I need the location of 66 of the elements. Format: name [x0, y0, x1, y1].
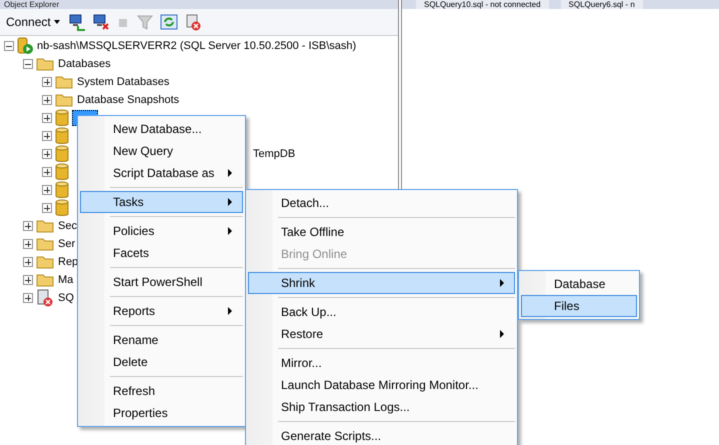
expander-box[interactable] — [23, 293, 33, 303]
expander-box[interactable] — [23, 275, 33, 285]
expander-box[interactable] — [23, 239, 33, 249]
tree-item[interactable]: Database Snapshots — [76, 93, 180, 107]
menu-item[interactable]: Tasks — [80, 191, 243, 213]
tree-item[interactable]: nb-sash\MSSQLSERVERR2 (SQL Server 10.50.2500 - ISB\sash) — [36, 39, 358, 53]
tree-item[interactable]: Ma — [57, 273, 74, 287]
script-icon[interactable] — [184, 13, 202, 31]
connect-icon[interactable] — [68, 13, 86, 31]
menu-item[interactable]: Start PowerShell — [80, 271, 243, 293]
database-icon — [55, 109, 69, 127]
expander-box[interactable] — [42, 167, 52, 177]
menu-item[interactable]: Rename — [80, 329, 243, 351]
menu-item[interactable]: Delete — [80, 351, 243, 373]
expander-box[interactable] — [42, 131, 52, 141]
database-icon — [55, 145, 69, 163]
caret-icon — [54, 20, 60, 24]
menu-item[interactable]: Restore — [248, 323, 515, 345]
menu-item[interactable]: Launch Database Mirroring Monitor... — [248, 374, 515, 396]
refresh-icon[interactable] — [160, 13, 178, 31]
expander-box[interactable] — [23, 221, 33, 231]
menu-item[interactable]: Take Offline — [248, 221, 515, 243]
tree-item[interactable]: TempDB — [252, 147, 296, 161]
menu-item[interactable]: Script Database as — [80, 162, 243, 184]
menu-item[interactable]: New Query — [80, 140, 243, 162]
menu-item[interactable]: Files — [521, 295, 637, 317]
menu-item[interactable]: Facets — [80, 242, 243, 264]
folder-icon — [36, 57, 54, 71]
disconnect-icon[interactable] — [92, 13, 110, 31]
document-tab[interactable]: SQLQuery10.sql - not connected — [416, 0, 549, 9]
expander-box[interactable] — [4, 41, 14, 51]
tree-item[interactable]: System Databases — [76, 75, 170, 89]
folder-icon — [36, 273, 54, 287]
menu-item[interactable]: Properties — [80, 402, 243, 424]
menu-item[interactable]: Policies — [80, 220, 243, 242]
expander-box[interactable] — [42, 185, 52, 195]
menu-item[interactable]: Back Up... — [248, 301, 515, 323]
folder-icon — [36, 237, 54, 251]
menu-item[interactable]: Database — [521, 273, 637, 295]
tree-item[interactable]: Rep — [57, 255, 80, 269]
menu-item[interactable]: Detach... — [248, 192, 515, 214]
connect-button[interactable]: Connect — [4, 15, 62, 29]
tree-item[interactable]: Databases — [57, 57, 112, 71]
menu-item[interactable]: Mirror... — [248, 352, 515, 374]
folder-icon — [55, 75, 73, 89]
tree-item[interactable]: Sec — [57, 219, 78, 233]
menu-item[interactable]: Generate Scripts... — [248, 425, 515, 445]
document-tab[interactable]: SQLQuery6.sql - n — [560, 0, 643, 9]
expander-box[interactable] — [42, 203, 52, 213]
expander-box[interactable] — [23, 257, 33, 267]
folder-icon — [55, 93, 73, 107]
menu-item[interactable]: Refresh — [80, 380, 243, 402]
expander-box[interactable] — [42, 95, 52, 105]
tree-item[interactable]: SQ — [57, 291, 75, 305]
menu-item[interactable]: Reports — [80, 300, 243, 322]
menu-item[interactable]: Ship Transaction Logs... — [248, 396, 515, 418]
tree-item[interactable]: Ser — [57, 237, 76, 251]
expander-box[interactable] — [42, 113, 52, 123]
menu-item[interactable]: Shrink — [248, 272, 515, 294]
expander-box[interactable] — [23, 59, 33, 69]
folder-icon — [36, 219, 54, 233]
panel-title: Object Explorer — [4, 0, 60, 9]
menu-item[interactable]: New Database... — [80, 118, 243, 140]
folder-icon — [36, 255, 54, 269]
expander-box[interactable] — [42, 149, 52, 159]
expander-box[interactable] — [42, 77, 52, 87]
